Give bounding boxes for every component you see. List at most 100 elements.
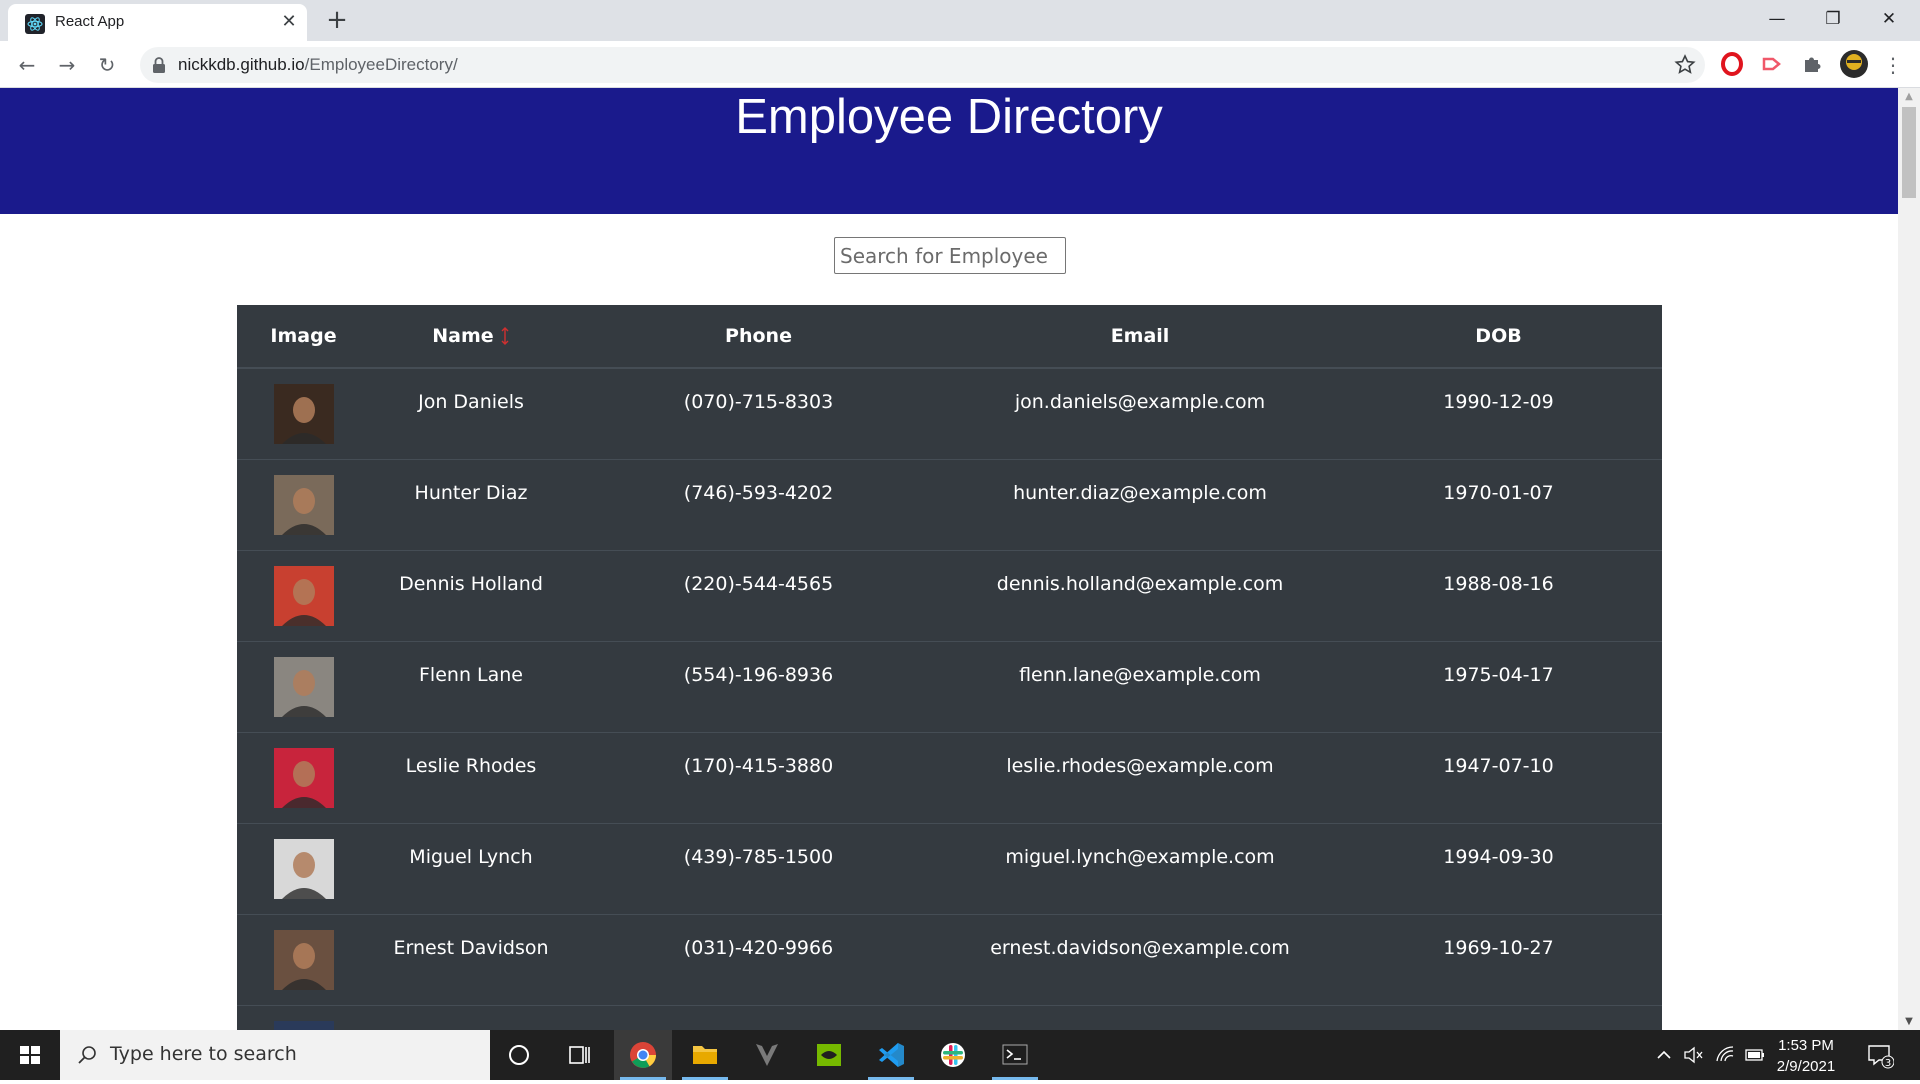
employee-avatar — [273, 747, 334, 808]
new-tab-button[interactable]: + — [322, 6, 352, 36]
cell-dob: 1990-12-09 — [1335, 368, 1662, 460]
forward-button[interactable]: → — [51, 49, 83, 81]
minimize-button[interactable]: — — [1749, 0, 1805, 41]
cell-dob: 1988-08-16 — [1335, 550, 1662, 642]
employee-avatar — [273, 838, 334, 899]
chrome-icon — [630, 1042, 656, 1068]
extensions-puzzle-icon[interactable] — [1799, 51, 1825, 77]
terminal-taskbar-icon[interactable] — [986, 1030, 1044, 1080]
lock-icon — [153, 57, 165, 73]
cell-email: dennis.holland@example.com — [945, 550, 1335, 642]
employee-avatar — [273, 1020, 334, 1030]
cast-extension-icon[interactable] — [1759, 51, 1785, 77]
task-view-icon[interactable] — [550, 1030, 608, 1080]
cell-dob: 1975-04-17 — [1335, 641, 1662, 733]
chrome-taskbar-icon[interactable] — [614, 1030, 672, 1080]
cell-dob — [1335, 1005, 1662, 1030]
taskbar-search-placeholder: Type here to search — [110, 1043, 297, 1065]
folder-icon — [693, 1046, 717, 1064]
cell-dob: 1970-01-07 — [1335, 459, 1662, 551]
column-header-name[interactable]: Name — [370, 305, 572, 369]
slack-icon[interactable] — [924, 1030, 982, 1080]
cell-dob: 1969-10-27 — [1335, 914, 1662, 1006]
restore-button[interactable]: ❐ — [1805, 0, 1861, 41]
cell-image — [237, 732, 370, 824]
windows-taskbar: Type here to search 1:53 PM 2/9/2021 3 — [0, 1030, 1920, 1080]
back-button[interactable]: ← — [11, 49, 43, 81]
cell-email: flenn.lane@example.com — [945, 641, 1335, 733]
page-header: Employee Directory — [0, 88, 1898, 214]
close-window-button[interactable]: ✕ — [1861, 0, 1917, 41]
page-viewport: Employee Directory Image Name Phone Emai… — [0, 88, 1920, 1030]
scrollbar-thumb[interactable] — [1902, 107, 1916, 198]
address-bar[interactable]: nickkdb.github.io/EmployeeDirectory/ — [140, 47, 1705, 83]
column-header-name-label: Name — [432, 325, 494, 347]
file-explorer-taskbar-icon[interactable] — [676, 1030, 734, 1080]
browser-menu-icon[interactable]: ⋮ — [1878, 49, 1908, 81]
vscode-taskbar-icon[interactable] — [862, 1030, 920, 1080]
sort-arrows-icon[interactable] — [500, 326, 510, 346]
volume-muted-icon[interactable] — [1682, 1044, 1704, 1066]
cell-image — [237, 914, 370, 1006]
browser-tab-strip: React App ✕ + — ❐ ✕ — [0, 0, 1920, 41]
cell-email: hunter.diaz@example.com — [945, 459, 1335, 551]
nvidia-icon[interactable] — [800, 1030, 858, 1080]
cell-name — [370, 1005, 572, 1030]
tab-close-icon[interactable]: ✕ — [278, 11, 300, 33]
show-hidden-icons-chevron-icon[interactable] — [1653, 1044, 1675, 1066]
table-header-row: Image Name Phone Email DOB — [237, 305, 1662, 369]
cell-image — [237, 823, 370, 915]
browser-tab[interactable]: React App ✕ — [8, 4, 307, 41]
clock-time: 1:53 PM — [1778, 1037, 1834, 1054]
url-text: nickkdb.github.io/EmployeeDirectory/ — [178, 55, 458, 75]
page: Employee Directory Image Name Phone Emai… — [0, 88, 1898, 1030]
action-center-button[interactable]: 3 — [1866, 1042, 1895, 1070]
cell-name: Dennis Holland — [370, 550, 572, 642]
column-header-dob: DOB — [1335, 305, 1662, 369]
reload-button[interactable]: ↻ — [91, 49, 123, 81]
vscode-icon — [879, 1043, 904, 1067]
notification-icon: 3 — [1868, 1045, 1895, 1069]
employee-search-input[interactable] — [834, 237, 1066, 274]
browser-toolbar: ← → ↻ nickkdb.github.io/EmployeeDirector… — [0, 41, 1920, 88]
cell-dob: 1994-09-30 — [1335, 823, 1662, 915]
tab-title: React App — [55, 13, 125, 30]
page-scrollbar[interactable]: ▲ ▼ — [1898, 88, 1920, 1030]
cell-email: miguel.lynch@example.com — [945, 823, 1335, 915]
terminal-icon — [1002, 1044, 1028, 1065]
cell-name: Hunter Diaz — [370, 459, 572, 551]
table-row: Flenn Lane (554)-196-8936 flenn.lane@examp… — [237, 641, 1662, 733]
search-icon — [78, 1046, 96, 1064]
cell-image — [237, 1005, 370, 1030]
cell-name: Miguel Lynch — [370, 823, 572, 915]
table-row: Miguel Lynch (439)-785-1500 miguel.lynch@e… — [237, 823, 1662, 915]
scroll-up-arrow-icon[interactable]: ▲ — [1898, 88, 1920, 105]
react-favicon-icon — [25, 14, 45, 34]
profile-avatar[interactable] — [1839, 49, 1869, 79]
bookmark-star-icon[interactable] — [1673, 53, 1697, 77]
table-row: Ernest Davidson (031)-420-9966 ernest.davi… — [237, 914, 1662, 1006]
employee-avatar — [273, 474, 334, 535]
windows-start-icon[interactable] — [0, 1030, 60, 1080]
table-row: Leslie Rhodes (170)-415-3880 leslie.rhodes… — [237, 732, 1662, 824]
cell-image — [237, 641, 370, 733]
cortana-icon[interactable] — [490, 1030, 548, 1080]
url-host: nickkdb.github.io — [178, 55, 305, 74]
cell-name: Leslie Rhodes — [370, 732, 572, 824]
table-row: Hunter Diaz (746)-593-4202 hunter.diaz@exa… — [237, 459, 1662, 551]
taskbar-clock[interactable]: 1:53 PM 2/9/2021 — [1758, 1035, 1854, 1077]
scroll-down-arrow-icon[interactable]: ▼ — [1898, 1013, 1920, 1030]
opera-extension-icon[interactable] — [1719, 51, 1745, 77]
cell-name: Ernest Davidson — [370, 914, 572, 1006]
wifi-icon[interactable] — [1714, 1044, 1736, 1066]
column-header-phone: Phone — [572, 305, 945, 369]
employee-avatar — [273, 565, 334, 626]
predator-app-icon[interactable] — [738, 1030, 796, 1080]
cell-name: Jon Daniels — [370, 368, 572, 460]
taskbar-search-box[interactable]: Type here to search — [60, 1030, 490, 1080]
cell-phone: (554)-196-8936 — [572, 641, 945, 733]
cell-image — [237, 459, 370, 551]
column-header-email: Email — [945, 305, 1335, 369]
cell-dob: 1947-07-10 — [1335, 732, 1662, 824]
clock-date: 2/9/2021 — [1776, 1058, 1836, 1075]
